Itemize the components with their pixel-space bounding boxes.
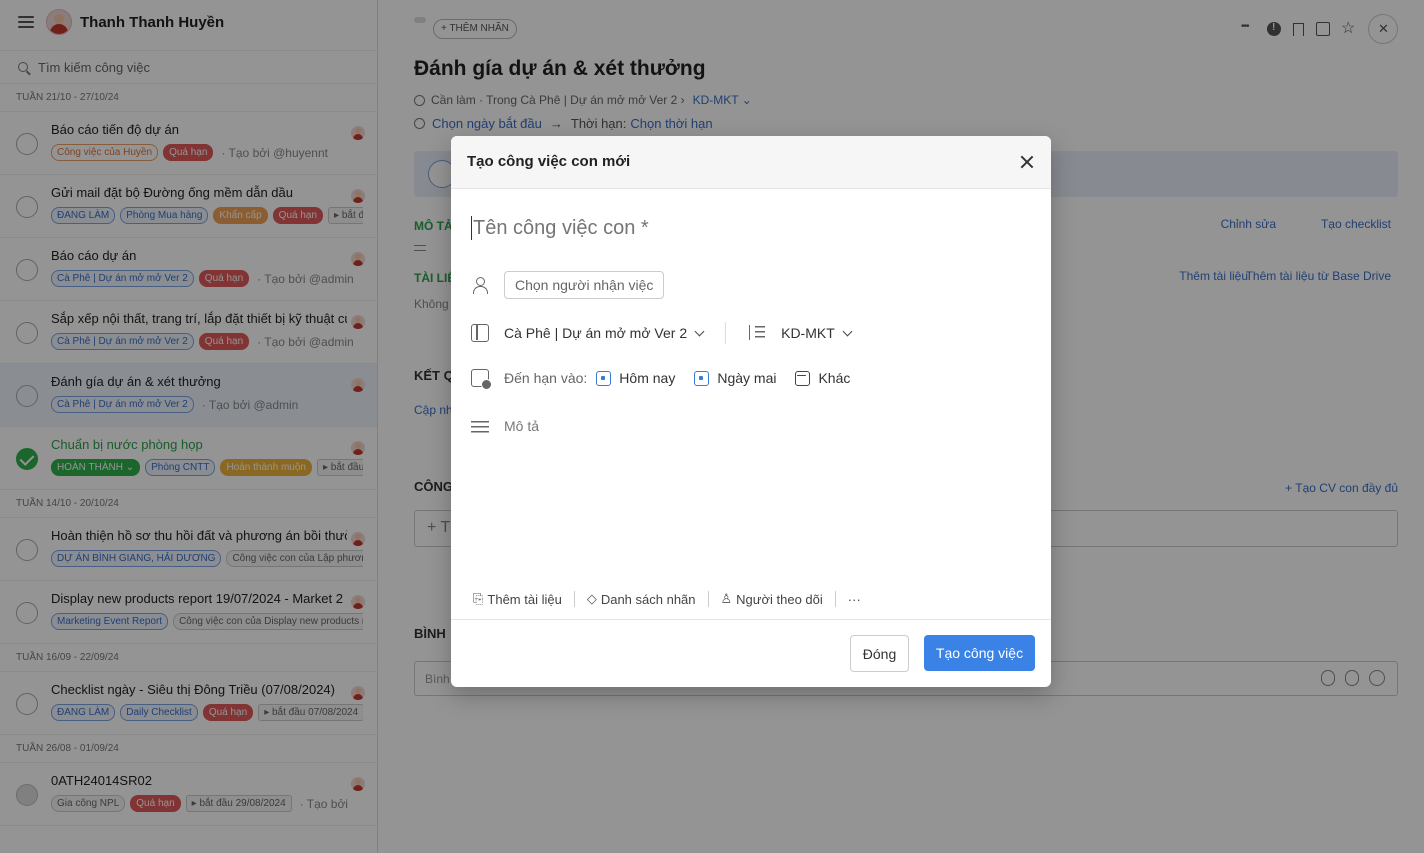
chevron-down-icon <box>694 326 705 336</box>
add-document-tool[interactable]: ⎘ Thêm tài liệu <box>473 591 562 607</box>
due-label: Đến hạn vào: <box>504 370 588 386</box>
due-tomorrow-button[interactable]: Ngày mai <box>694 370 776 386</box>
board-icon <box>471 324 489 342</box>
description-row[interactable]: Mô tả <box>471 418 539 434</box>
due-tomorrow-label: Ngày mai <box>717 370 777 386</box>
assignee-row: Chọn người nhận việc <box>471 271 665 299</box>
dialog-title: Tạo công việc con mới <box>467 153 631 170</box>
project-value: Cà Phê | Dự án mở mở Ver 2 <box>504 325 688 341</box>
more-tools-label: ··· <box>847 591 861 607</box>
due-today-button[interactable]: Hôm nay <box>596 370 675 386</box>
project-row: Cà Phê | Dự án mở mở Ver 2 KD-MKT <box>471 322 853 344</box>
close-button[interactable]: Đóng <box>850 635 909 672</box>
divider <box>725 322 727 344</box>
dialog-header: Tạo công việc con mới <box>451 136 1051 189</box>
create-subtask-dialog: Tạo công việc con mới Chọn người nhận vi… <box>451 136 1051 687</box>
followers-icon: ♙ <box>720 591 733 606</box>
assignee-picker[interactable]: Chọn người nhận việc <box>504 271 665 299</box>
paperclip-icon: ⎘ <box>473 591 484 606</box>
group-list-icon <box>748 324 766 342</box>
create-task-button[interactable]: Tạo công việc <box>924 635 1035 671</box>
add-document-label: Thêm tài liệu <box>487 591 562 607</box>
divider <box>707 591 709 607</box>
description-input[interactable]: Mô tả <box>504 418 539 434</box>
followers-label: Người theo dõi <box>736 591 823 607</box>
chevron-down-icon <box>842 326 853 336</box>
dialog-tools: ⎘ Thêm tài liệu ◇ Danh sách nhãn ♙ Người… <box>473 591 861 607</box>
calendar-other-icon <box>795 370 811 386</box>
due-other-button[interactable]: Khác <box>795 370 850 386</box>
group-value: KD-MKT <box>781 325 835 341</box>
divider <box>573 591 575 607</box>
followers-tool[interactable]: ♙ Người theo dõi <box>721 591 823 607</box>
project-dropdown[interactable]: Cà Phê | Dự án mở mở Ver 2 <box>504 325 705 341</box>
label-list-label: Danh sách nhãn <box>600 591 696 607</box>
due-today-label: Hôm nay <box>619 370 676 386</box>
person-icon <box>471 276 489 294</box>
due-row: Đến hạn vào: Hôm nay Ngày mai Khác <box>471 369 869 390</box>
close-icon[interactable] <box>1019 154 1035 170</box>
due-date-icon <box>471 369 492 390</box>
divider <box>834 591 836 607</box>
description-icon <box>471 421 489 433</box>
label-list-tool[interactable]: ◇ Danh sách nhãn <box>587 591 696 607</box>
calendar-today-icon <box>596 370 612 386</box>
due-other-label: Khác <box>818 370 851 386</box>
more-tools-button[interactable]: ··· <box>848 592 861 607</box>
subtask-name-input[interactable] <box>471 216 1031 240</box>
tag-icon: ◇ <box>586 591 597 606</box>
calendar-tomorrow-icon <box>694 370 710 386</box>
group-dropdown[interactable]: KD-MKT <box>781 325 853 341</box>
dialog-footer: Đóng Tạo công việc <box>451 619 1051 687</box>
